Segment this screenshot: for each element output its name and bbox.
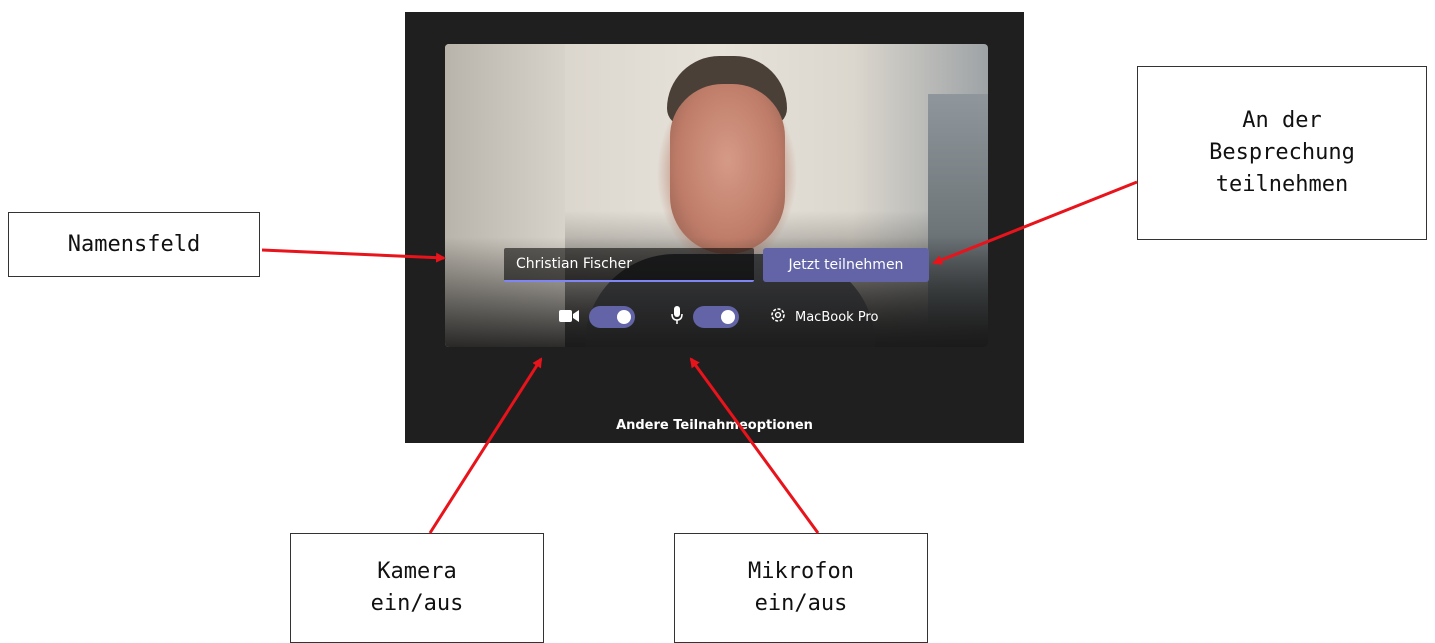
callout-name-field: Namensfeld [8,212,260,277]
callout-camera-text: Kamera ein/aus [370,559,464,616]
microphone-icon [671,306,683,328]
person-face [670,84,785,254]
camera-preview: Jetzt teilnehmen [445,44,988,347]
device-label: MacBook Pro [795,309,879,325]
microphone-control [671,306,739,328]
prejoin-panel: Jetzt teilnehmen [405,12,1024,443]
device-controls: MacBook Pro [445,306,988,336]
callout-camera: Kamera ein/aus [290,533,544,643]
camera-toggle-knob [617,310,631,324]
name-input[interactable] [504,248,754,282]
camera-toggle[interactable] [589,306,635,328]
callout-name-field-text: Namensfeld [67,231,201,257]
microphone-toggle[interactable] [693,306,739,328]
gear-icon [769,306,787,328]
microphone-toggle-knob [721,310,735,324]
callout-microphone-text: Mikrofon ein/aus [748,559,854,616]
callout-join-meeting-text: An der Besprechung teilnehmen [1209,108,1355,197]
device-settings[interactable]: MacBook Pro [769,306,878,328]
callout-join-meeting: An der Besprechung teilnehmen [1137,66,1427,240]
camera-control [559,306,635,328]
join-now-button[interactable]: Jetzt teilnehmen [763,248,929,282]
other-join-options-link[interactable]: Andere Teilnahmeoptionen [405,418,1024,433]
camera-icon [559,308,579,327]
callout-microphone: Mikrofon ein/aus [674,533,928,643]
